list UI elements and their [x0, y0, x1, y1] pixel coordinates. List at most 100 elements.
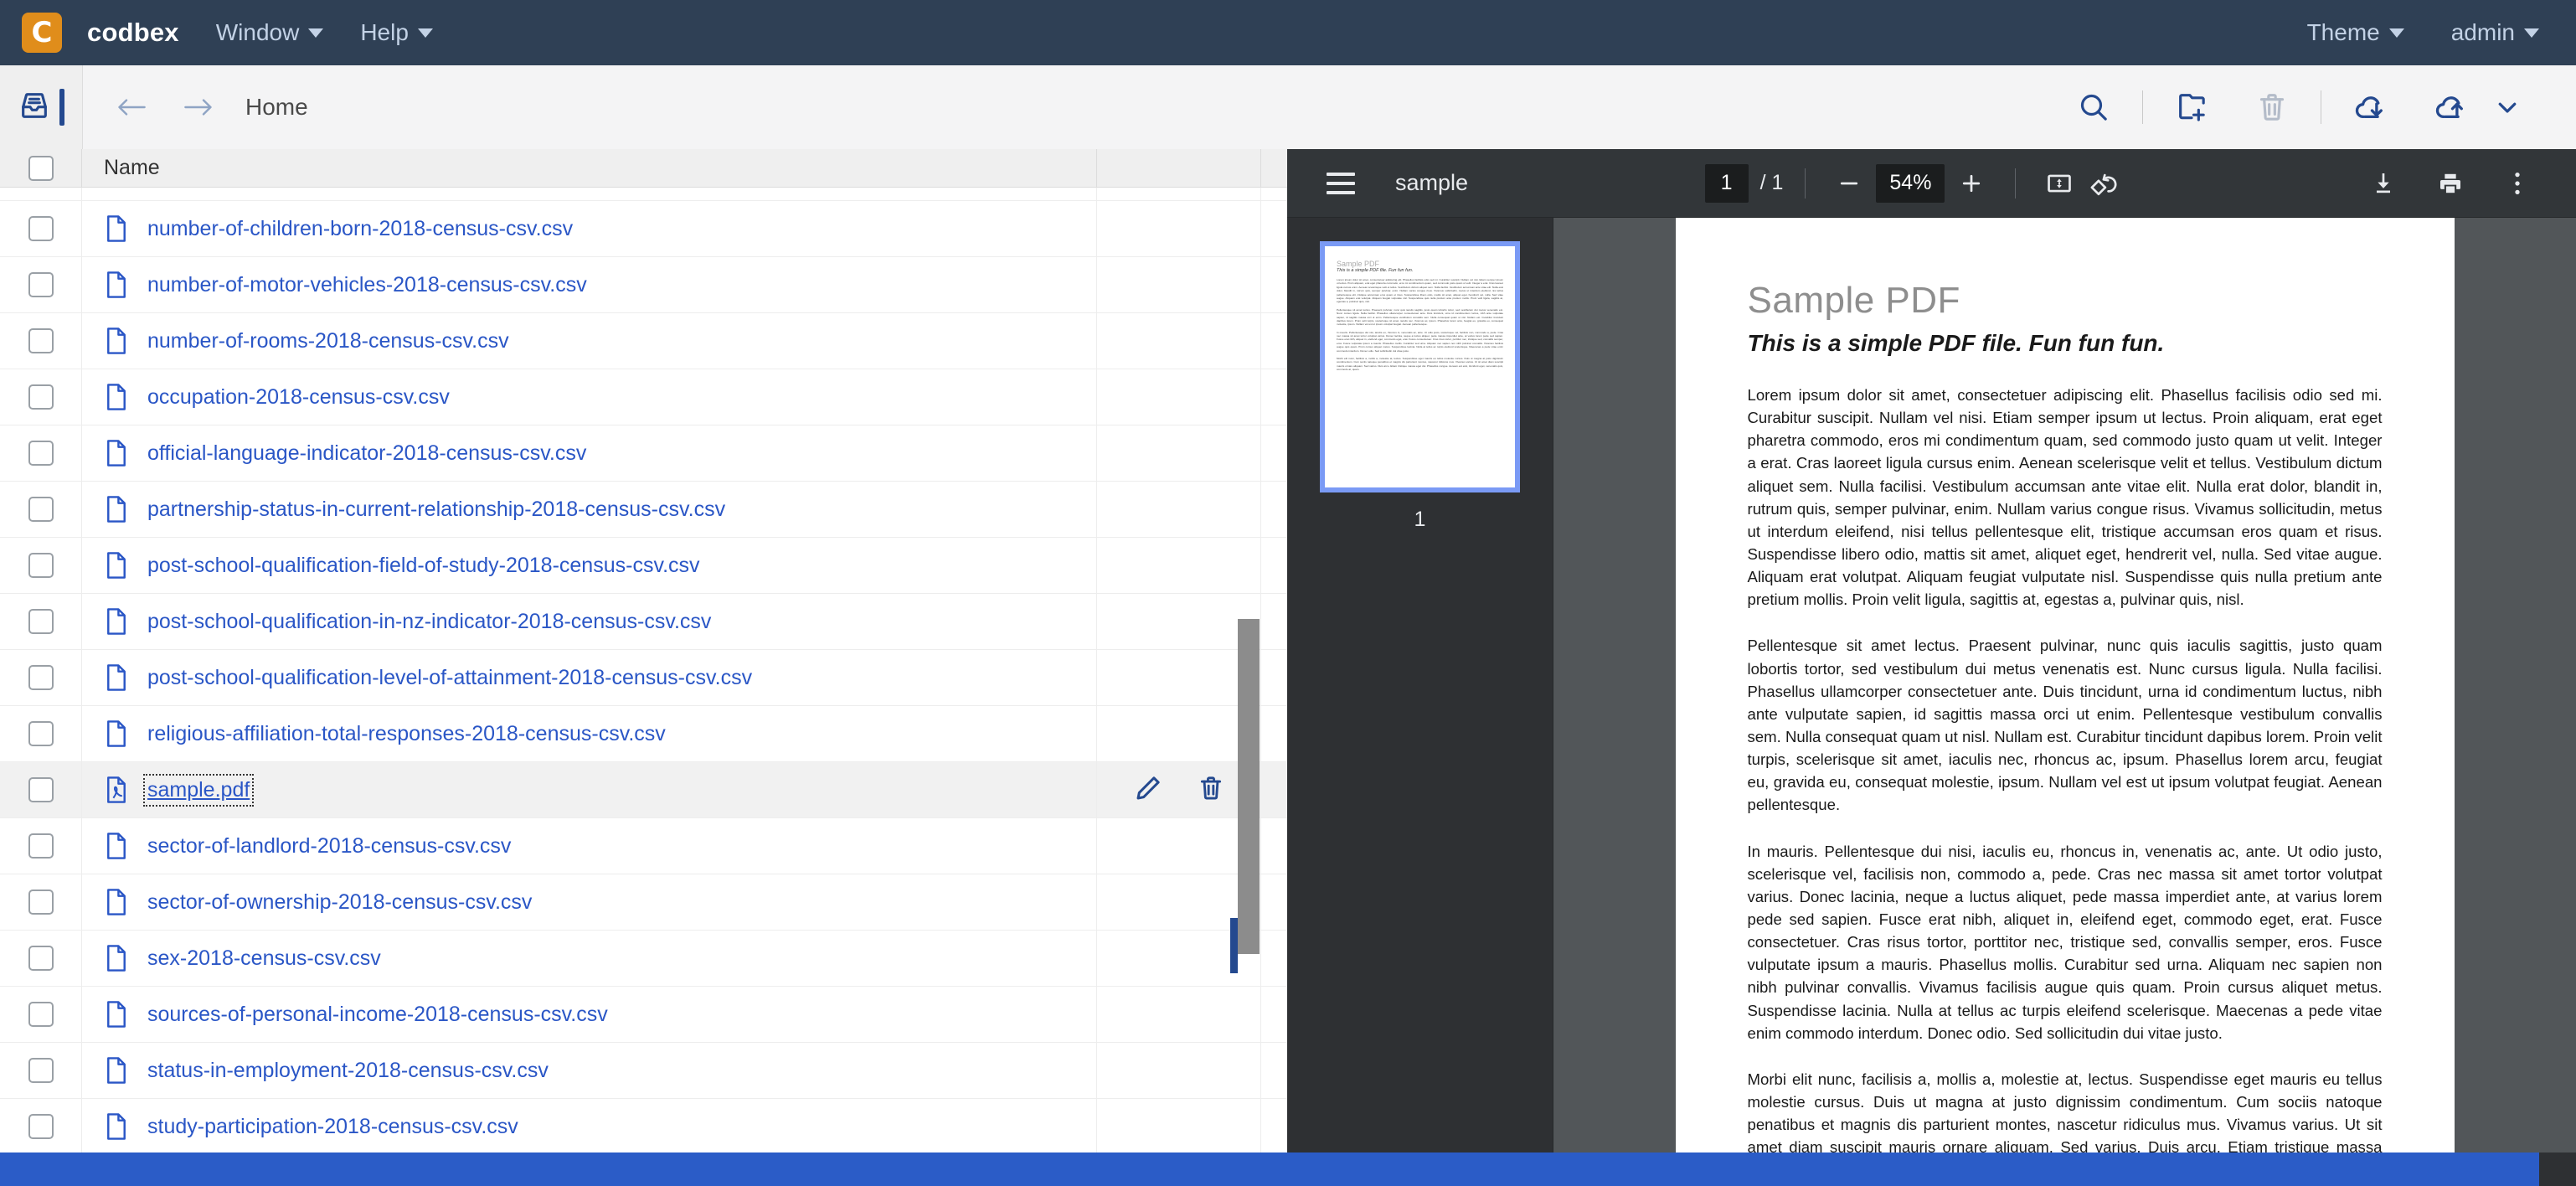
table-row[interactable]: number-of-rooms-2018-census-csv.csv: [0, 313, 1287, 369]
file-name-link[interactable]: partnership-status-in-current-relationsh…: [147, 498, 725, 522]
trash-icon[interactable]: [1197, 774, 1225, 807]
page-number-input[interactable]: 1: [1704, 163, 1749, 203]
row-checkbox-cell[interactable]: [0, 538, 82, 593]
search-icon[interactable]: [2063, 77, 2124, 137]
row-checkbox-cell[interactable]: [0, 1043, 82, 1098]
select-all-cell[interactable]: [0, 149, 82, 187]
file-name-link[interactable]: sources-of-personal-income-2018-census-c…: [147, 1003, 608, 1027]
column-header-name[interactable]: Name: [82, 149, 1096, 187]
download-icon[interactable]: [2340, 77, 2400, 137]
table-row[interactable]: occupation-2018-census-csv.csv: [0, 369, 1287, 425]
row-checkbox-cell[interactable]: [0, 313, 82, 369]
file-name-link[interactable]: status-in-employment-2018-census-csv.csv: [147, 1059, 549, 1083]
print-icon[interactable]: [2429, 162, 2472, 205]
table-row[interactable]: number-of-children-born-2018-census-csv.…: [0, 201, 1287, 257]
row-checkbox-cell[interactable]: [0, 818, 82, 874]
row-name-cell[interactable]: sex-2018-census-csv.csv: [82, 931, 1096, 986]
file-name-link[interactable]: religious-affiliation-total-responses-20…: [147, 722, 666, 746]
file-name-link[interactable]: sector-of-ownership-2018-census-csv.csv: [147, 890, 532, 915]
row-checkbox-cell[interactable]: [0, 1099, 82, 1154]
row-checkbox-cell[interactable]: [0, 369, 82, 425]
row-checkbox[interactable]: [28, 553, 54, 578]
row-name-cell[interactable]: post-school-qualification-in-nz-indicato…: [82, 594, 1096, 649]
row-checkbox[interactable]: [28, 1058, 54, 1083]
table-row[interactable]: post-school-qualification-field-of-study…: [0, 538, 1287, 594]
row-checkbox[interactable]: [28, 777, 54, 802]
file-name-link[interactable]: number-of-children-born-2018-census-csv.…: [147, 217, 573, 241]
hamburger-icon[interactable]: [1327, 172, 1355, 194]
table-row-partial[interactable]: [0, 188, 1287, 201]
zoom-level-value[interactable]: 54%: [1876, 163, 1945, 203]
row-checkbox[interactable]: [28, 665, 54, 690]
row-checkbox-cell[interactable]: [0, 482, 82, 537]
row-name-cell[interactable]: post-school-qualification-field-of-study…: [82, 538, 1096, 593]
row-checkbox[interactable]: [28, 497, 54, 522]
rotate-icon[interactable]: [2081, 162, 2125, 205]
file-name-link[interactable]: study-participation-2018-census-csv.csv: [147, 1115, 518, 1139]
table-row[interactable]: sex-2018-census-csv.csv: [0, 931, 1287, 987]
row-name-cell[interactable]: occupation-2018-census-csv.csv: [82, 369, 1096, 425]
file-name-link[interactable]: official-language-indicator-2018-census-…: [147, 441, 586, 466]
row-checkbox[interactable]: [28, 609, 54, 634]
row-checkbox[interactable]: [28, 721, 54, 746]
download-icon[interactable]: [2362, 162, 2405, 205]
row-name-cell[interactable]: sector-of-ownership-2018-census-csv.csv: [82, 874, 1096, 930]
row-checkbox[interactable]: [28, 328, 54, 353]
menu-window[interactable]: Window: [216, 19, 324, 46]
breadcrumb[interactable]: Home: [245, 94, 308, 121]
more-vertical-icon[interactable]: [2496, 162, 2539, 205]
menu-help[interactable]: Help: [360, 19, 433, 46]
inbox-icon[interactable]: [18, 89, 51, 126]
edit-icon[interactable]: [1133, 773, 1163, 807]
row-checkbox-cell[interactable]: [0, 425, 82, 481]
file-name-link[interactable]: post-school-qualification-level-of-attai…: [147, 666, 752, 690]
table-row[interactable]: post-school-qualification-level-of-attai…: [0, 650, 1287, 706]
table-row[interactable]: sources-of-personal-income-2018-census-c…: [0, 987, 1287, 1043]
menu-user[interactable]: admin: [2451, 19, 2539, 46]
row-checkbox-cell[interactable]: [0, 706, 82, 761]
row-name-cell[interactable]: sector-of-landlord-2018-census-csv.csv: [82, 818, 1096, 874]
row-checkbox[interactable]: [28, 1114, 54, 1139]
row-name-cell[interactable]: post-school-qualification-level-of-attai…: [82, 650, 1096, 705]
row-name-cell[interactable]: official-language-indicator-2018-census-…: [82, 425, 1096, 481]
file-name-link[interactable]: sample.pdf: [142, 773, 255, 807]
row-name-cell[interactable]: number-of-children-born-2018-census-csv.…: [82, 201, 1096, 256]
select-all-checkbox[interactable]: [28, 155, 54, 181]
row-checkbox[interactable]: [28, 1002, 54, 1027]
row-checkbox-cell[interactable]: [0, 931, 82, 986]
chevron-down-icon[interactable]: [2477, 77, 2537, 137]
row-checkbox[interactable]: [28, 946, 54, 971]
table-row[interactable]: religious-affiliation-total-responses-20…: [0, 706, 1287, 762]
table-row[interactable]: status-in-employment-2018-census-csv.csv: [0, 1043, 1287, 1099]
row-name-cell[interactable]: sources-of-personal-income-2018-census-c…: [82, 987, 1096, 1042]
row-checkbox[interactable]: [28, 384, 54, 410]
table-row[interactable]: partnership-status-in-current-relationsh…: [0, 482, 1287, 538]
file-name-link[interactable]: post-school-qualification-in-nz-indicato…: [147, 610, 711, 634]
row-checkbox-cell[interactable]: [0, 201, 82, 256]
row-checkbox-cell[interactable]: [0, 257, 82, 312]
row-checkbox-cell[interactable]: [0, 762, 82, 817]
new-folder-icon[interactable]: [2161, 77, 2222, 137]
row-checkbox[interactable]: [28, 272, 54, 297]
row-name-cell[interactable]: sample.pdf: [82, 762, 1096, 817]
delete-icon[interactable]: [2242, 77, 2302, 137]
row-name-cell[interactable]: number-of-motor-vehicles-2018-census-csv…: [82, 257, 1096, 312]
file-name-link[interactable]: number-of-rooms-2018-census-csv.csv: [147, 329, 509, 353]
table-row[interactable]: number-of-motor-vehicles-2018-census-csv…: [0, 257, 1287, 313]
forward-button[interactable]: [180, 89, 217, 126]
row-checkbox[interactable]: [28, 833, 54, 859]
file-name-link[interactable]: post-school-qualification-field-of-study…: [147, 554, 700, 578]
pdf-thumbnail-item[interactable]: Sample PDF This is a simple PDF file. Fu…: [1320, 241, 1520, 492]
row-checkbox-cell[interactable]: [0, 987, 82, 1042]
file-name-link[interactable]: sector-of-landlord-2018-census-csv.csv: [147, 834, 511, 859]
pdf-page-canvas[interactable]: Sample PDF This is a simple PDF file. Fu…: [1553, 218, 2576, 1186]
table-row[interactable]: post-school-qualification-in-nz-indicato…: [0, 594, 1287, 650]
row-checkbox-cell[interactable]: [0, 594, 82, 649]
table-row[interactable]: study-participation-2018-census-csv.csv: [0, 1099, 1287, 1155]
back-button[interactable]: [113, 89, 150, 126]
fit-page-icon[interactable]: [2038, 162, 2081, 205]
row-checkbox-cell[interactable]: [0, 650, 82, 705]
table-row[interactable]: official-language-indicator-2018-census-…: [0, 425, 1287, 482]
zoom-in-button[interactable]: [1950, 162, 1993, 205]
row-checkbox[interactable]: [28, 441, 54, 466]
